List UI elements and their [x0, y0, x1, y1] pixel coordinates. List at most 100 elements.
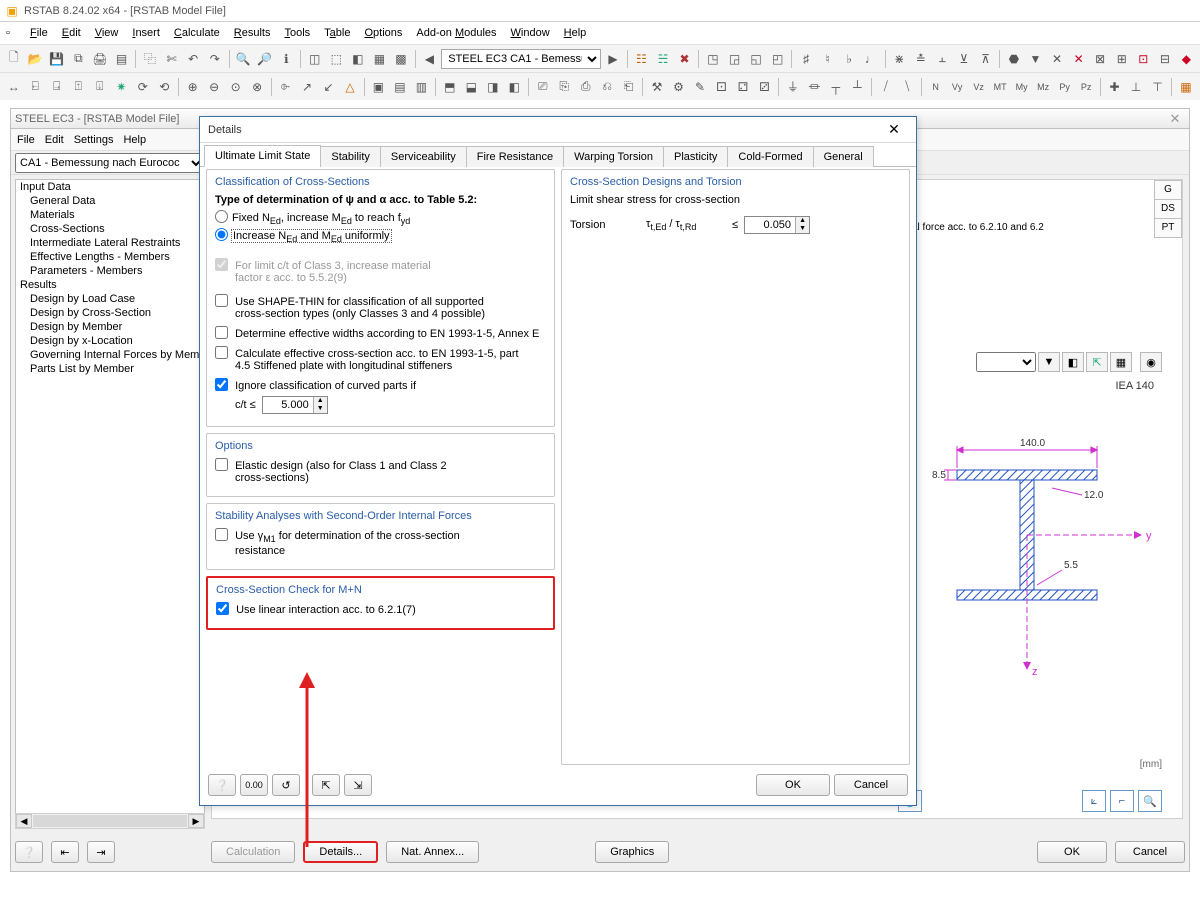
- dialog-close-icon[interactable]: ✕: [880, 120, 908, 140]
- view3-icon[interactable]: ◧: [348, 48, 368, 70]
- t2-Pz[interactable]: Pz: [1076, 76, 1096, 98]
- menu-table[interactable]: Table: [318, 25, 356, 41]
- tree-design-cs[interactable]: Design by Cross-Section: [16, 306, 204, 320]
- tree-general-data[interactable]: General Data: [16, 194, 204, 208]
- next-icon[interactable]: ▶: [603, 48, 623, 70]
- t2-x[interactable]: ⎚: [533, 76, 553, 98]
- import-button[interactable]: ⇤: [51, 841, 79, 863]
- tab-plasticity[interactable]: Plasticity: [663, 146, 728, 167]
- menu-results[interactable]: Results: [228, 25, 277, 41]
- print-icon[interactable]: 🖨: [90, 48, 110, 70]
- module-menu-settings[interactable]: Settings: [74, 134, 114, 146]
- tree-scrollbar[interactable]: ◀ ▶: [15, 813, 205, 829]
- tb-t[interactable]: ✕: [1069, 48, 1089, 70]
- preview-icon[interactable]: ▤: [112, 48, 132, 70]
- check-stiffened-plate[interactable]: Calculate effective cross-section acc. t…: [215, 346, 546, 372]
- t2-y[interactable]: ⎘: [554, 76, 574, 98]
- tree-design-member[interactable]: Design by Member: [16, 320, 204, 334]
- t2-6[interactable]: ⚁: [733, 76, 753, 98]
- tag-pt[interactable]: PT: [1154, 218, 1182, 238]
- redo-icon[interactable]: ↷: [205, 48, 225, 70]
- t2-p[interactable]: △: [340, 76, 360, 98]
- scroll-right-icon[interactable]: ▶: [188, 814, 204, 828]
- tb-r[interactable]: ▼: [1026, 48, 1046, 70]
- tb-o[interactable]: ⊻: [954, 48, 974, 70]
- tb-n[interactable]: ⫠: [933, 48, 953, 70]
- t2-b[interactable]: ⍇: [26, 76, 46, 98]
- check-gamma-m1[interactable]: Use γM1 for determination of the cross-s…: [215, 528, 546, 556]
- t2-g[interactable]: ⟳: [133, 76, 153, 98]
- t2-Py[interactable]: Py: [1055, 76, 1075, 98]
- mini-combo[interactable]: [976, 352, 1036, 372]
- tag-g[interactable]: G: [1154, 180, 1182, 200]
- view4-icon[interactable]: ▦: [370, 48, 390, 70]
- torsion-up-icon[interactable]: ▲: [796, 217, 809, 225]
- scroll-thumb[interactable]: [33, 815, 187, 827]
- mini-settings-icon[interactable]: ▦: [1110, 352, 1132, 372]
- dialog-titlebar[interactable]: Details ✕: [200, 117, 916, 143]
- t2-8[interactable]: ⏚: [783, 76, 803, 98]
- tb-s[interactable]: ✕: [1047, 48, 1067, 70]
- mini-export-icon[interactable]: ⇱: [1086, 352, 1108, 372]
- menu-file[interactable]: File: [24, 25, 54, 41]
- t2-11[interactable]: ┴: [848, 76, 868, 98]
- menu-calculate[interactable]: Calculate: [168, 25, 226, 41]
- radio-fixed-ned[interactable]: Fixed NEd, increase MEd to reach fyd: [215, 210, 546, 226]
- menu-view[interactable]: View: [89, 25, 125, 41]
- help-button[interactable]: ❔: [15, 841, 43, 863]
- ct-up-icon[interactable]: ▲: [314, 397, 327, 405]
- tb-l[interactable]: ⋇: [889, 48, 909, 70]
- t2-i[interactable]: ⊕: [183, 76, 203, 98]
- tb-j[interactable]: ♭: [839, 48, 859, 70]
- tb-v[interactable]: ⊞: [1112, 48, 1132, 70]
- module-menu-file[interactable]: File: [17, 134, 35, 146]
- calculation-button[interactable]: Calculation: [211, 841, 295, 863]
- scroll-left-icon[interactable]: ◀: [16, 814, 32, 828]
- module-ok-button[interactable]: OK: [1037, 841, 1107, 863]
- view-zoom-icon[interactable]: 🔍: [1138, 790, 1162, 812]
- t2-q[interactable]: ▣: [369, 76, 389, 98]
- torsion-input[interactable]: [745, 217, 795, 233]
- case-selector[interactable]: CA1 - Bemessung nach Eurococ: [15, 153, 205, 173]
- undo-icon[interactable]: ↶: [183, 48, 203, 70]
- t2-12[interactable]: ⧸: [876, 76, 896, 98]
- zoom-icon[interactable]: 🔍: [233, 48, 253, 70]
- menu-addons[interactable]: Add-on Modules: [410, 25, 502, 41]
- t2-14[interactable]: ✚: [1105, 76, 1125, 98]
- saveall-icon[interactable]: ⧉: [69, 48, 89, 70]
- t2-h[interactable]: ⟲: [155, 76, 175, 98]
- dlg-save-icon[interactable]: ⇲: [344, 774, 372, 796]
- tb-u[interactable]: ⊠: [1090, 48, 1110, 70]
- tb-m[interactable]: ≛: [911, 48, 931, 70]
- tab-serviceability[interactable]: Serviceability: [380, 146, 467, 167]
- tree-parts-list[interactable]: Parts List by Member: [16, 362, 204, 376]
- t2-Mt[interactable]: MT: [990, 76, 1010, 98]
- t2-15[interactable]: ⊥: [1126, 76, 1146, 98]
- tree-gif[interactable]: Governing Internal Forces by Member: [16, 348, 204, 362]
- module-combo[interactable]: STEEL EC3 CA1 - Bemessunç: [441, 49, 601, 69]
- tree-eff-lengths[interactable]: Effective Lengths - Members: [16, 250, 204, 264]
- find-icon[interactable]: 🔎: [255, 48, 275, 70]
- check-linear-interaction[interactable]: Use linear interaction acc. to 6.2.1(7): [216, 602, 545, 616]
- nav-tree[interactable]: Input Data General Data Materials Cross-…: [15, 179, 205, 819]
- dialog-ok-button[interactable]: OK: [756, 774, 830, 796]
- t2-a[interactable]: ↔: [4, 76, 24, 98]
- tb-e[interactable]: ◲: [725, 48, 745, 70]
- export-button[interactable]: ⇥: [87, 841, 115, 863]
- tag-ds[interactable]: DS: [1154, 199, 1182, 219]
- open-icon[interactable]: 📂: [26, 48, 46, 70]
- mini-eye-icon[interactable]: ◉: [1140, 352, 1162, 372]
- prev-icon[interactable]: ◀: [420, 48, 440, 70]
- tree-input-root[interactable]: Input Data: [16, 180, 204, 194]
- view5-icon[interactable]: ▩: [391, 48, 411, 70]
- t2-v[interactable]: ◨: [483, 76, 503, 98]
- t2-4[interactable]: ✎: [690, 76, 710, 98]
- t2-w[interactable]: ◧: [505, 76, 525, 98]
- t2-2[interactable]: ⚒: [647, 76, 667, 98]
- tb-h[interactable]: ♯: [796, 48, 816, 70]
- tree-cross-sections[interactable]: Cross-Sections: [16, 222, 204, 236]
- dialog-cancel-button[interactable]: Cancel: [834, 774, 908, 796]
- cut-icon[interactable]: ✄: [162, 48, 182, 70]
- tb-i[interactable]: ♮: [818, 48, 838, 70]
- tab-coldformed[interactable]: Cold-Formed: [727, 146, 813, 167]
